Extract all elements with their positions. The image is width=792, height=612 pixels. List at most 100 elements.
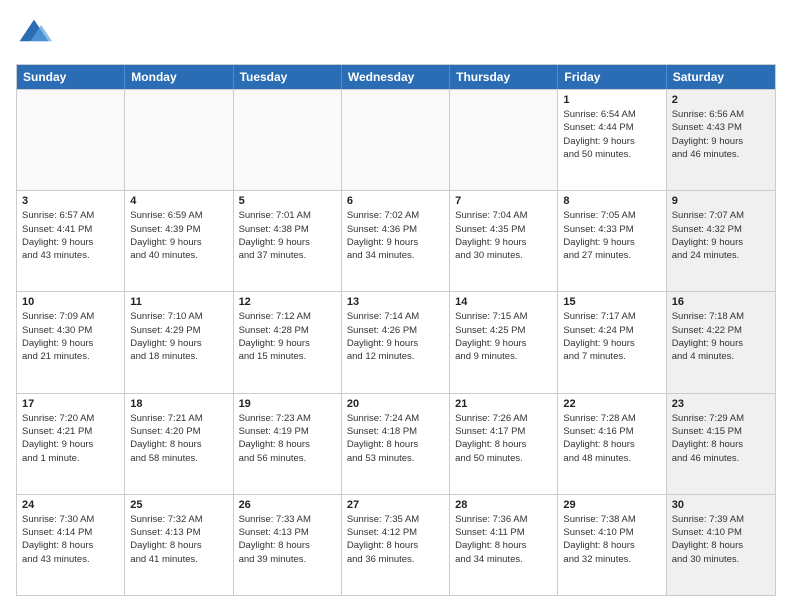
day-number: 27 (347, 499, 444, 511)
day-info: Sunrise: 7:30 AM Sunset: 4:14 PM Dayligh… (22, 513, 119, 566)
day-number: 20 (347, 398, 444, 410)
day-number: 2 (672, 94, 770, 106)
day-info: Sunrise: 7:21 AM Sunset: 4:20 PM Dayligh… (130, 412, 227, 465)
day-info: Sunrise: 7:26 AM Sunset: 4:17 PM Dayligh… (455, 412, 552, 465)
day-cell-2: 2Sunrise: 6:56 AM Sunset: 4:43 PM Daylig… (667, 90, 775, 190)
logo-icon (16, 16, 52, 52)
day-info: Sunrise: 7:12 AM Sunset: 4:28 PM Dayligh… (239, 310, 336, 363)
day-number: 22 (563, 398, 660, 410)
day-cell-14: 14 Sunrise: 7:15 AM Sunset: 4:25 PM Dayli… (450, 292, 558, 392)
week-row-3: 17 Sunrise: 7:20 AM Sunset: 4:21 PM Dayli… (17, 393, 775, 494)
day-number: 5 (239, 195, 336, 207)
day-cell-11: 11 Sunrise: 7:10 AM Sunset: 4:29 PM Dayli… (125, 292, 233, 392)
day-number: 3 (22, 195, 119, 207)
header-day-friday: Friday (558, 65, 666, 89)
day-cell-18: 18 Sunrise: 7:21 AM Sunset: 4:20 PM Dayli… (125, 394, 233, 494)
page: SundayMondayTuesdayWednesdayThursdayFrid… (0, 0, 792, 612)
day-cell-16: 16Sunrise: 7:18 AM Sunset: 4:22 PM Dayli… (667, 292, 775, 392)
day-number: 14 (455, 296, 552, 308)
day-number: 7 (455, 195, 552, 207)
logo (16, 16, 58, 52)
day-info: Sunrise: 7:09 AM Sunset: 4:30 PM Dayligh… (22, 310, 119, 363)
header-day-wednesday: Wednesday (342, 65, 450, 89)
header-day-sunday: Sunday (17, 65, 125, 89)
day-cell-17: 17 Sunrise: 7:20 AM Sunset: 4:21 PM Dayli… (17, 394, 125, 494)
day-info: Sunrise: 7:28 AM Sunset: 4:16 PM Dayligh… (563, 412, 660, 465)
day-info: Sunrise: 7:38 AM Sunset: 4:10 PM Dayligh… (563, 513, 660, 566)
day-cell-1: 1Sunrise: 6:54 AM Sunset: 4:44 PM Daylig… (558, 90, 666, 190)
day-number: 19 (239, 398, 336, 410)
day-cell-9: 9 Sunrise: 7:07 AM Sunset: 4:32 PM Daylig… (667, 191, 775, 291)
day-info: Sunrise: 7:29 AM Sunset: 4:15 PM Dayligh… (672, 412, 770, 465)
day-info: Sunrise: 7:10 AM Sunset: 4:29 PM Dayligh… (130, 310, 227, 363)
day-info: Sunrise: 7:35 AM Sunset: 4:12 PM Dayligh… (347, 513, 444, 566)
day-cell-5: 5 Sunrise: 7:01 AM Sunset: 4:38 PM Daylig… (234, 191, 342, 291)
day-cell-23: 23Sunrise: 7:29 AM Sunset: 4:15 PM Dayli… (667, 394, 775, 494)
header-day-saturday: Saturday (667, 65, 775, 89)
day-number: 8 (563, 195, 660, 207)
day-info: Sunrise: 7:07 AM Sunset: 4:32 PM Dayligh… (672, 209, 770, 262)
day-info: Sunrise: 6:59 AM Sunset: 4:39 PM Dayligh… (130, 209, 227, 262)
day-number: 13 (347, 296, 444, 308)
day-number: 26 (239, 499, 336, 511)
day-cell-12: 12 Sunrise: 7:12 AM Sunset: 4:28 PM Dayli… (234, 292, 342, 392)
day-cell-15: 15Sunrise: 7:17 AM Sunset: 4:24 PM Dayli… (558, 292, 666, 392)
day-cell-22: 22 Sunrise: 7:28 AM Sunset: 4:16 PM Dayli… (558, 394, 666, 494)
day-number: 28 (455, 499, 552, 511)
day-info: Sunrise: 7:36 AM Sunset: 4:11 PM Dayligh… (455, 513, 552, 566)
day-cell-8: 8 Sunrise: 7:05 AM Sunset: 4:33 PM Daylig… (558, 191, 666, 291)
day-info: Sunrise: 7:23 AM Sunset: 4:19 PM Dayligh… (239, 412, 336, 465)
calendar-body: 1Sunrise: 6:54 AM Sunset: 4:44 PM Daylig… (17, 89, 775, 595)
calendar: SundayMondayTuesdayWednesdayThursdayFrid… (16, 64, 776, 596)
day-cell-4: 4 Sunrise: 6:59 AM Sunset: 4:39 PM Daylig… (125, 191, 233, 291)
header-day-tuesday: Tuesday (234, 65, 342, 89)
day-cell-28: 28 Sunrise: 7:36 AM Sunset: 4:11 PM Dayli… (450, 495, 558, 595)
empty-cell (450, 90, 558, 190)
day-cell-27: 27 Sunrise: 7:35 AM Sunset: 4:12 PM Dayli… (342, 495, 450, 595)
day-number: 12 (239, 296, 336, 308)
week-row-1: 3 Sunrise: 6:57 AM Sunset: 4:41 PM Daylig… (17, 190, 775, 291)
day-number: 17 (22, 398, 119, 410)
day-number: 9 (672, 195, 770, 207)
day-info: Sunrise: 7:14 AM Sunset: 4:26 PM Dayligh… (347, 310, 444, 363)
day-info: Sunrise: 7:17 AM Sunset: 4:24 PM Dayligh… (563, 310, 660, 363)
calendar-header: SundayMondayTuesdayWednesdayThursdayFrid… (17, 65, 775, 89)
header (16, 16, 776, 52)
day-number: 24 (22, 499, 119, 511)
day-cell-29: 29Sunrise: 7:38 AM Sunset: 4:10 PM Dayli… (558, 495, 666, 595)
day-cell-19: 19 Sunrise: 7:23 AM Sunset: 4:19 PM Dayli… (234, 394, 342, 494)
day-info: Sunrise: 7:01 AM Sunset: 4:38 PM Dayligh… (239, 209, 336, 262)
day-cell-13: 13 Sunrise: 7:14 AM Sunset: 4:26 PM Dayli… (342, 292, 450, 392)
day-number: 11 (130, 296, 227, 308)
day-number: 16 (672, 296, 770, 308)
week-row-0: 1Sunrise: 6:54 AM Sunset: 4:44 PM Daylig… (17, 89, 775, 190)
day-number: 25 (130, 499, 227, 511)
day-number: 10 (22, 296, 119, 308)
day-cell-7: 7 Sunrise: 7:04 AM Sunset: 4:35 PM Daylig… (450, 191, 558, 291)
day-cell-30: 30 Sunrise: 7:39 AM Sunset: 4:10 PM Dayli… (667, 495, 775, 595)
day-cell-26: 26 Sunrise: 7:33 AM Sunset: 4:13 PM Dayli… (234, 495, 342, 595)
day-info: Sunrise: 7:05 AM Sunset: 4:33 PM Dayligh… (563, 209, 660, 262)
header-day-thursday: Thursday (450, 65, 558, 89)
empty-cell (125, 90, 233, 190)
week-row-2: 10 Sunrise: 7:09 AM Sunset: 4:30 PM Dayli… (17, 291, 775, 392)
day-info: Sunrise: 7:02 AM Sunset: 4:36 PM Dayligh… (347, 209, 444, 262)
day-info: Sunrise: 7:39 AM Sunset: 4:10 PM Dayligh… (672, 513, 770, 566)
day-cell-25: 25Sunrise: 7:32 AM Sunset: 4:13 PM Dayli… (125, 495, 233, 595)
day-info: Sunrise: 7:33 AM Sunset: 4:13 PM Dayligh… (239, 513, 336, 566)
day-cell-20: 20 Sunrise: 7:24 AM Sunset: 4:18 PM Dayli… (342, 394, 450, 494)
day-info: Sunrise: 7:24 AM Sunset: 4:18 PM Dayligh… (347, 412, 444, 465)
week-row-4: 24 Sunrise: 7:30 AM Sunset: 4:14 PM Dayli… (17, 494, 775, 595)
empty-cell (342, 90, 450, 190)
day-number: 1 (563, 94, 660, 106)
day-info: Sunrise: 6:57 AM Sunset: 4:41 PM Dayligh… (22, 209, 119, 262)
day-cell-24: 24 Sunrise: 7:30 AM Sunset: 4:14 PM Dayli… (17, 495, 125, 595)
day-number: 18 (130, 398, 227, 410)
day-number: 21 (455, 398, 552, 410)
header-day-monday: Monday (125, 65, 233, 89)
day-number: 4 (130, 195, 227, 207)
day-info: Sunrise: 7:15 AM Sunset: 4:25 PM Dayligh… (455, 310, 552, 363)
day-info: Sunrise: 7:20 AM Sunset: 4:21 PM Dayligh… (22, 412, 119, 465)
day-info: Sunrise: 7:04 AM Sunset: 4:35 PM Dayligh… (455, 209, 552, 262)
day-number: 30 (672, 499, 770, 511)
